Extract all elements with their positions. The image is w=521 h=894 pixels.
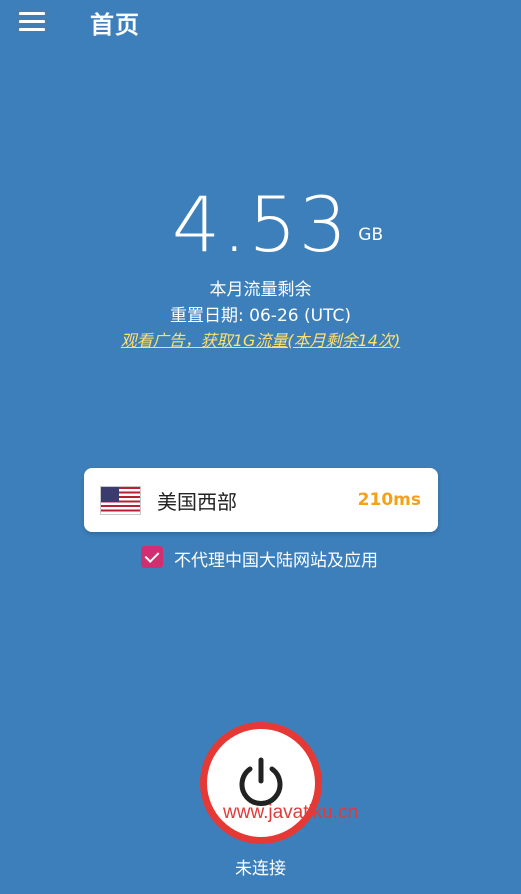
traffic-display: 4.53 GB: [0, 180, 521, 270]
page-title: 首页: [90, 11, 140, 39]
connection-status: 未连接: [235, 859, 286, 879]
traffic-amount: 4.53: [171, 180, 350, 269]
server-name: 美国西部: [157, 490, 237, 514]
remaining-label: 本月流量剩余: [209, 280, 312, 300]
watch-ad-link[interactable]: 观看广告，获取1G流量(本月剩余14次): [0, 327, 521, 351]
bypass-label: 不代理中国大陆网站及应用: [174, 551, 378, 571]
watermark: www.javatiku.cn: [223, 802, 359, 823]
traffic-amount-wrapper: 4.53 GB: [171, 180, 383, 270]
traffic-unit: GB: [358, 225, 384, 245]
server-selector[interactable]: 美国西部 210ms: [84, 468, 438, 532]
reset-date: 重置日期: 06-26 (UTC): [170, 306, 351, 326]
menu-icon[interactable]: [19, 12, 45, 32]
top-bar: 首页: [0, 0, 521, 44]
us-flag-icon: [100, 486, 141, 515]
ping-latency: 210ms: [357, 490, 421, 510]
connect-button[interactable]: [200, 722, 322, 844]
bypass-checkbox[interactable]: [141, 546, 163, 568]
